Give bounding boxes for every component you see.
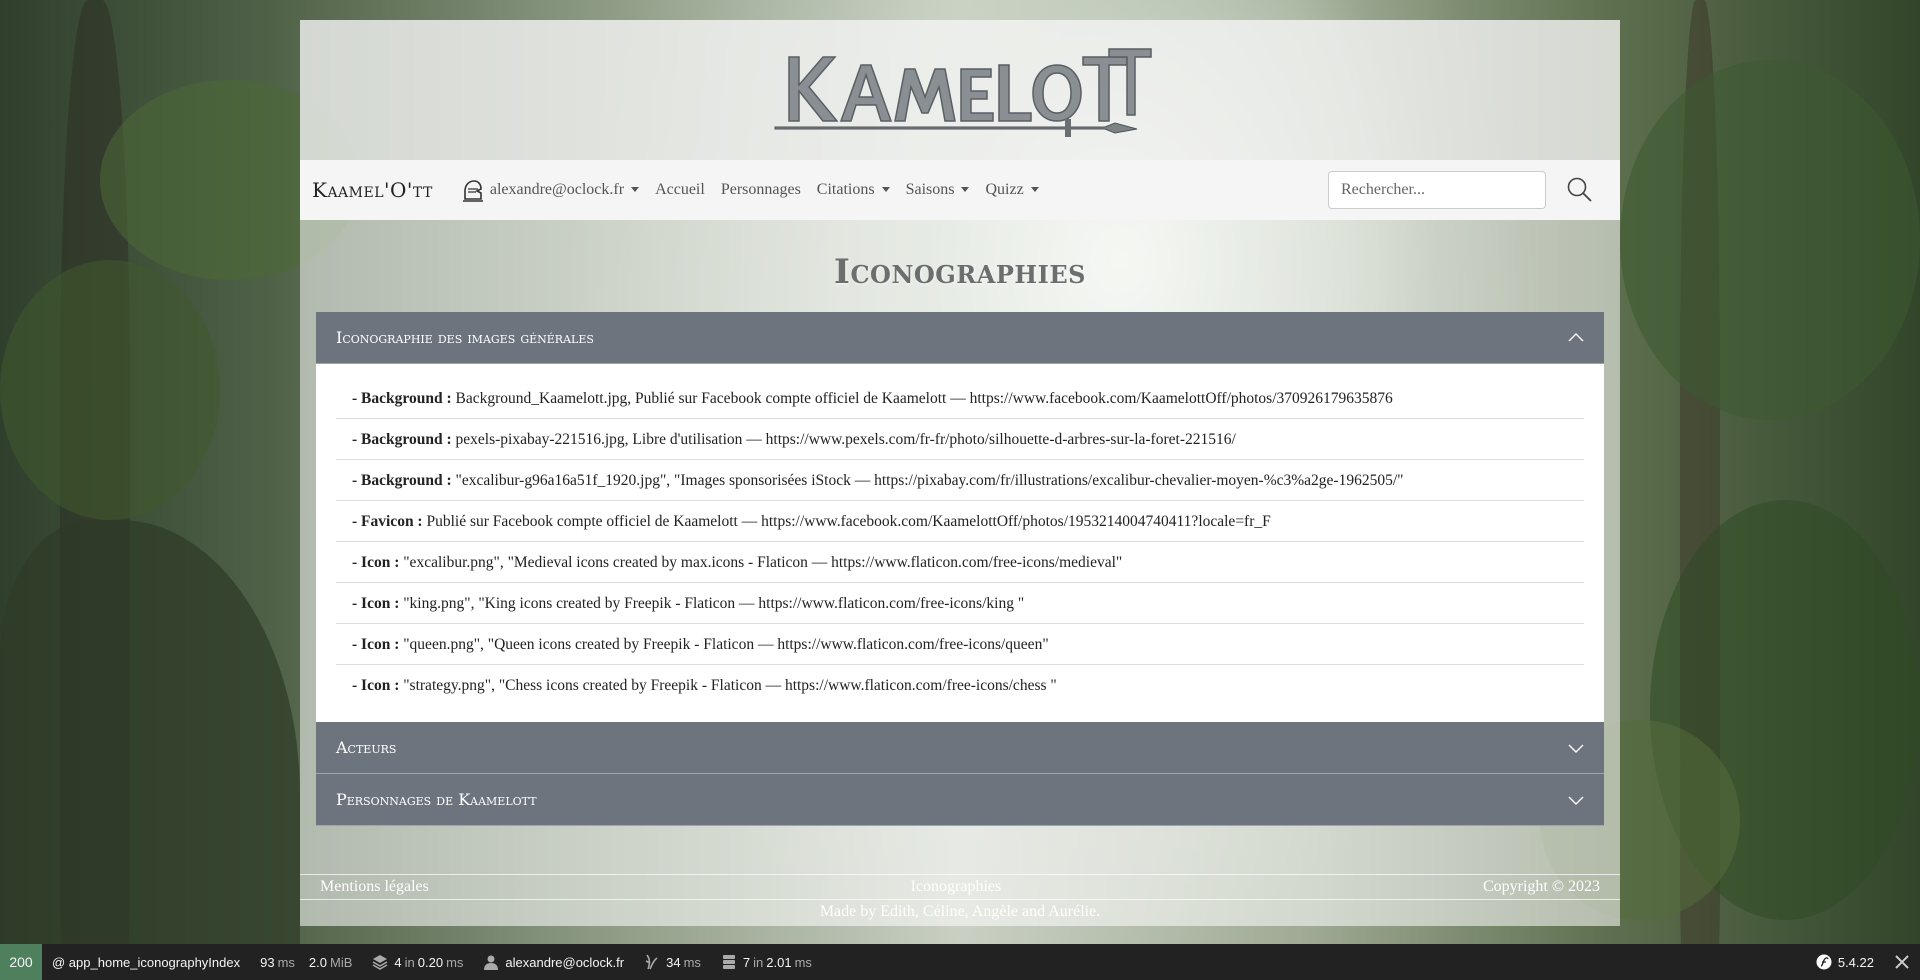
entry-text: pexels-pixabay-221516.jpg, Libre d'utili… [451, 431, 1236, 448]
debug-route[interactable]: @ app_home_iconographyIndex [42, 944, 250, 980]
debug-user-email: alexandre@oclock.fr [505, 954, 625, 970]
page-footer: Mentions légales Iconographies Copyright… [300, 874, 1620, 926]
knight-helmet-icon [459, 177, 485, 203]
search-icon[interactable] [1566, 176, 1594, 204]
entry-text: "strategy.png", "Chess icons created by … [399, 677, 1057, 694]
entry-label: - Background : [352, 472, 452, 489]
accordion-header-acteurs[interactable]: Acteurs [316, 722, 1604, 774]
db-unit: ms [794, 954, 812, 970]
list-item: - Icon : "excalibur.png", "Medieval icon… [336, 542, 1584, 583]
entry-label: - Favicon : [352, 513, 423, 530]
debug-user[interactable]: alexandre@oclock.fr [473, 944, 634, 980]
chevron-down-icon [1568, 740, 1584, 756]
accordion-body-general-images: - Background : Background_Kaamelott.jpg,… [316, 364, 1604, 722]
chevron-down-icon [1568, 792, 1584, 808]
chevron-down-icon [1030, 186, 1039, 192]
entry-text: "king.png", "King icons created by Freep… [399, 595, 1025, 612]
chevron-down-icon [881, 186, 890, 192]
list-item: - Icon : "strategy.png", "Chess icons cr… [336, 665, 1584, 706]
entry-label: - Background : [352, 431, 452, 448]
entry-text: Background_Kaamelott.jpg, Publié sur Fac… [451, 390, 1393, 407]
list-item: - Background : pexels-pixabay-221516.jpg… [336, 419, 1584, 460]
memory-unit: MiB [330, 954, 353, 970]
db-time: 2.01 [766, 954, 792, 970]
memory-value: 2.0 [308, 954, 327, 970]
entry-text: "excalibur-g96a16a51f_1920.jpg", "Images… [451, 472, 1404, 489]
forms-in: in [404, 954, 415, 970]
footer-link-mentions[interactable]: Mentions légales [320, 878, 429, 896]
page-title: Iconographies [834, 252, 1086, 292]
time-unit: ms [277, 954, 295, 970]
list-item: - Icon : "king.png", "King icons created… [336, 583, 1584, 624]
nav-link-accueil[interactable]: Accueil [655, 181, 705, 199]
footer-link-iconographies[interactable]: Iconographies [911, 878, 1002, 896]
debug-database[interactable]: 7 in 2.01 ms [711, 944, 822, 980]
list-item: - Background : Background_Kaamelott.jpg,… [336, 378, 1584, 419]
debug-time[interactable]: 93 ms 2.0 MiB [250, 944, 362, 980]
twig-unit: ms [683, 954, 701, 970]
entry-label: - Icon : [352, 677, 400, 694]
database-icon [721, 954, 737, 970]
debug-twig[interactable]: 34 ms [634, 944, 711, 980]
nav-dropdown-citations[interactable]: Citations [817, 181, 890, 199]
entry-text: "queen.png", "Queen icons created by Fre… [399, 636, 1049, 653]
status-badge[interactable]: 200 [0, 944, 42, 980]
main-navbar: Kaamel'O'tt alexandre@oclock.fr Accueil … [300, 160, 1620, 220]
header-banner [300, 20, 1620, 160]
user-email: alexandre@oclock.fr [489, 181, 625, 198]
user-icon [483, 954, 499, 970]
accordion: Iconographie des images générales - Back… [316, 312, 1604, 826]
list-item: - Icon : "queen.png", "Queen icons creat… [336, 624, 1584, 665]
accordion-header-personnages[interactable]: Personnages de Kaamelott [316, 774, 1604, 826]
chevron-up-icon [1568, 330, 1584, 346]
time-value: 93 [260, 954, 275, 970]
entry-label: - Icon : [352, 595, 400, 612]
nav-link-personnages[interactable]: Personnages [721, 181, 801, 199]
entry-label: - Icon : [352, 636, 400, 653]
accordion-title: Personnages de Kaamelott [336, 790, 537, 809]
kaamelott-logo[interactable] [765, 35, 1155, 145]
twig-icon [644, 954, 660, 970]
forms-count: 4 [394, 954, 402, 970]
forms-unit: ms [446, 954, 464, 970]
entry-label: - Icon : [352, 554, 400, 571]
close-icon[interactable] [1884, 944, 1920, 980]
nav-dropdown-quizz[interactable]: Quizz [985, 181, 1039, 199]
user-dropdown[interactable]: alexandre@oclock.fr [459, 177, 640, 203]
db-count: 7 [742, 954, 751, 970]
symfony-debug-toolbar: 200 @ app_home_iconographyIndex 93 ms 2.… [0, 944, 1920, 980]
chevron-down-icon [631, 186, 640, 192]
nav-dropdown-saisons[interactable]: Saisons [906, 181, 970, 199]
search-input[interactable] [1328, 171, 1546, 209]
footer-made-by: Made by Edith, Céline, Angèle and Auréli… [819, 903, 1101, 920]
accordion-title: Acteurs [336, 738, 397, 757]
debug-forms[interactable]: 4 in 0.20 ms [362, 944, 473, 980]
layers-icon [372, 954, 388, 970]
list-item: - Background : "excalibur-g96a16a51f_192… [336, 460, 1584, 501]
symfony-logo-icon [1816, 954, 1832, 970]
route-name: @ app_home_iconographyIndex [52, 954, 241, 970]
page-container: Kaamel'O'tt alexandre@oclock.fr Accueil … [300, 20, 1620, 926]
entry-text: Publié sur Facebook compte officiel de K… [422, 513, 1271, 530]
debug-symfony-version[interactable]: 5.4.22 [1806, 944, 1884, 980]
entry-label: - Background : [352, 390, 452, 407]
footer-credits: Made by Edith, Céline, Angèle and Auréli… [300, 900, 1620, 924]
footer-links: Mentions légales Iconographies Copyright… [300, 874, 1620, 900]
list-item: - Favicon : Publié sur Facebook compte o… [336, 501, 1584, 542]
forms-time: 0.20 [417, 954, 444, 970]
footer-copyright: Copyright © 2023 [1482, 878, 1600, 895]
db-in: in [753, 954, 764, 970]
chevron-down-icon [961, 186, 970, 192]
accordion-title: Iconographie des images générales [336, 328, 594, 347]
symfony-version: 5.4.22 [1837, 954, 1874, 970]
entry-text: "excalibur.png", "Medieval icons created… [399, 554, 1123, 571]
nav-label-quizz: Quizz [985, 181, 1024, 198]
nav-label-saisons: Saisons [905, 181, 955, 198]
accordion-header-general-images[interactable]: Iconographie des images générales [316, 312, 1604, 364]
nav-label-citations: Citations [816, 181, 875, 198]
navbar-brand[interactable]: Kaamel'O'tt [312, 178, 433, 202]
twig-value: 34 [666, 954, 681, 970]
